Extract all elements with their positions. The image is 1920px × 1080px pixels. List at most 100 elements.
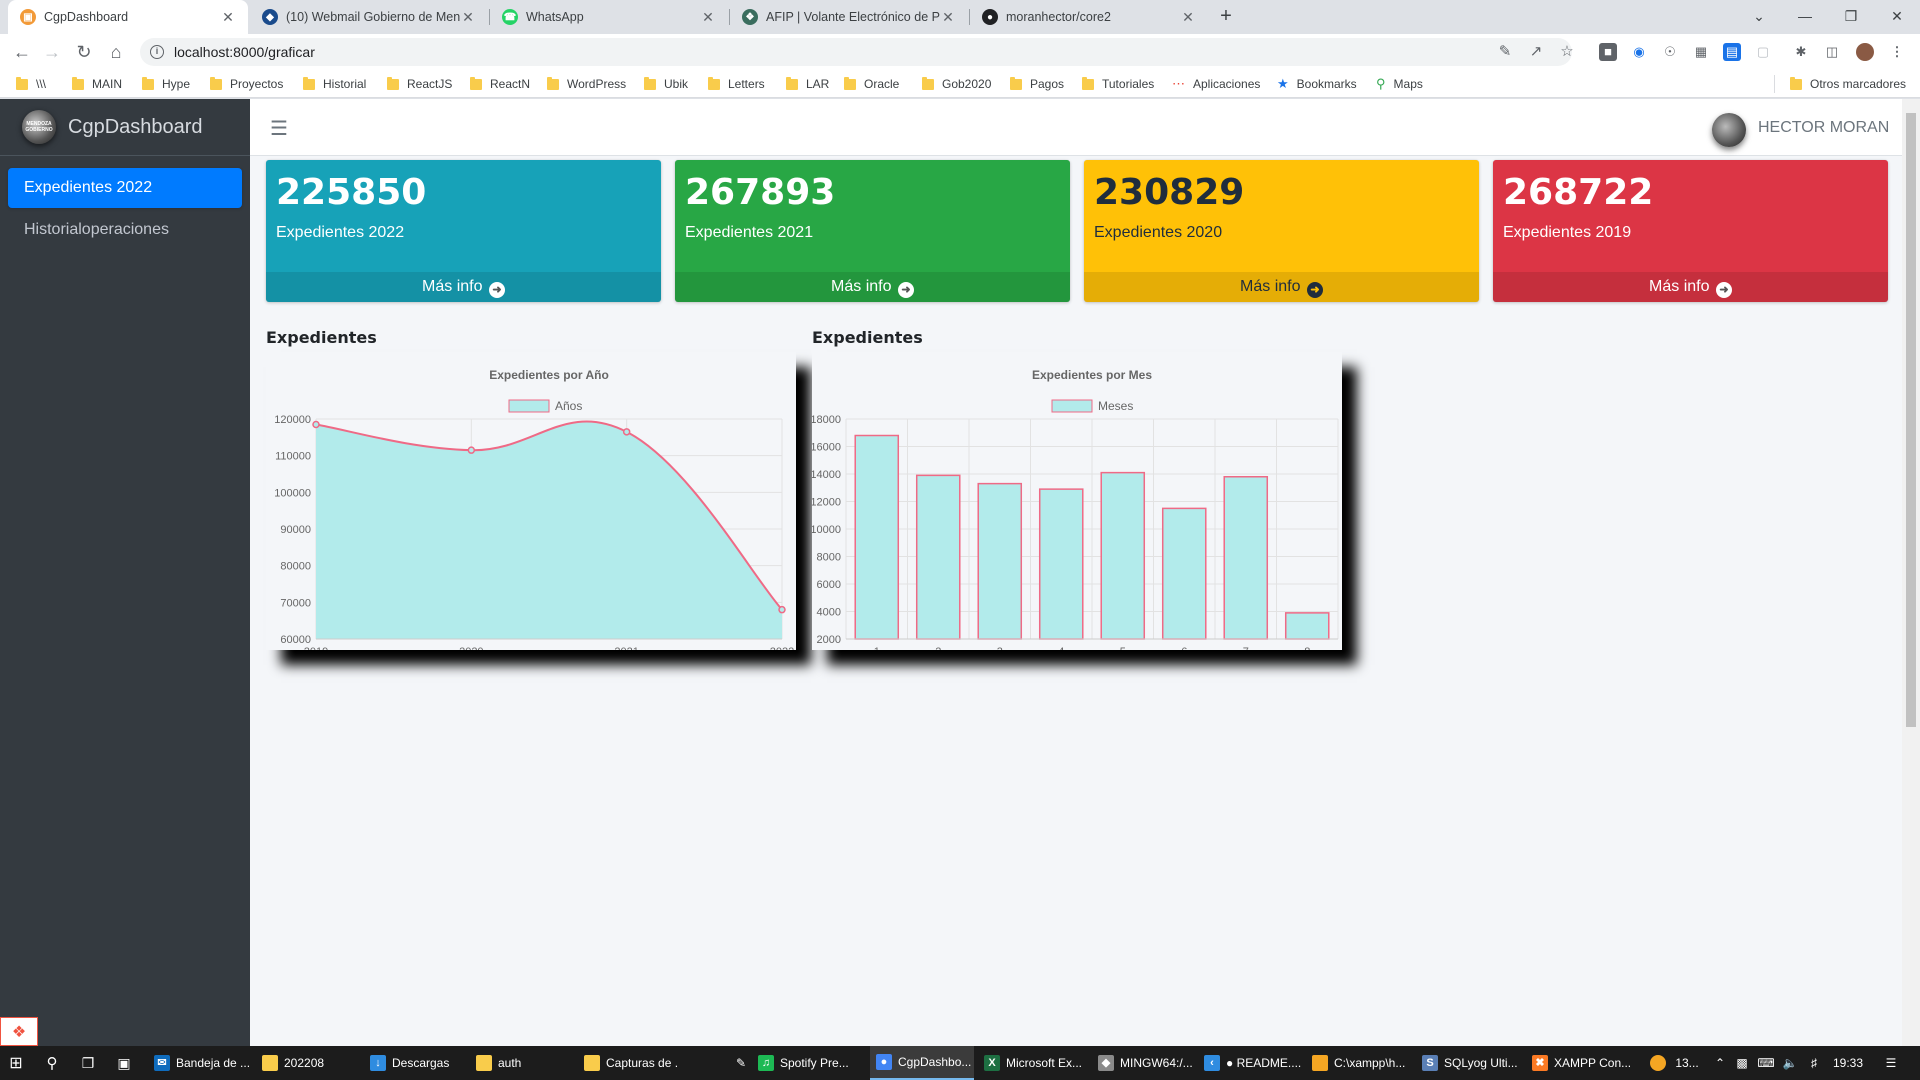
back-arrow-icon[interactable]: ← bbox=[10, 40, 34, 64]
bookmark-folder[interactable]: Gob2020 bbox=[922, 75, 991, 93]
site-info-icon[interactable]: i bbox=[150, 45, 164, 59]
taskbar-app[interactable]: C:\xampp\h... bbox=[1306, 1046, 1410, 1080]
taskbar-app[interactable]: 202208 bbox=[256, 1046, 358, 1080]
minimize-button[interactable]: — bbox=[1782, 0, 1828, 32]
bookmark-folder[interactable]: Proyectos bbox=[210, 75, 283, 93]
user-avatar[interactable] bbox=[1712, 113, 1746, 147]
bookmark-maps[interactable]: ⚲ Maps bbox=[1376, 75, 1423, 93]
keyboard-icon[interactable]: ⌨ bbox=[1756, 1046, 1776, 1080]
extension-icon[interactable]: ■ bbox=[1599, 43, 1617, 61]
bookmark-folder[interactable]: LAR bbox=[786, 75, 829, 93]
tab-search-icon[interactable]: ⌄ bbox=[1736, 0, 1782, 32]
browser-tab[interactable]: ● moranhector/core2 ✕ bbox=[970, 0, 1208, 34]
hamburger-menu-icon[interactable]: ☰ bbox=[270, 116, 288, 141]
new-tab-button[interactable]: + bbox=[1214, 5, 1238, 29]
page-scrollbar[interactable] bbox=[1902, 99, 1920, 1046]
taskbar-app[interactable]: X Microsoft Ex... bbox=[978, 1046, 1086, 1080]
taskbar-app-label: Spotify Pre... bbox=[780, 1056, 849, 1070]
weather-icon[interactable] bbox=[1646, 1046, 1670, 1080]
y-tick-label: 18000 bbox=[812, 414, 841, 426]
sidebar-item-expedientes-2022[interactable]: Expedientes 2022 bbox=[8, 168, 242, 208]
share-icon[interactable]: ↗ bbox=[1527, 43, 1545, 61]
extension-icon[interactable]: ☉ bbox=[1661, 43, 1679, 61]
brand-link[interactable]: MENDOZA GOBIERNO CgpDashboard bbox=[0, 99, 250, 156]
years-area-chart[interactable]: Expedientes por Año Años 60000 70000 80000 90… bbox=[266, 352, 796, 650]
taskbar-app[interactable]: ◆ MINGW64:/... bbox=[1092, 1046, 1192, 1080]
menu-kebab-icon[interactable]: ⋮ bbox=[1888, 43, 1906, 61]
weather-text[interactable]: 13... bbox=[1672, 1046, 1702, 1080]
clock-time[interactable]: 19:33 bbox=[1828, 1046, 1868, 1080]
chevron-up-icon[interactable]: ⌃ bbox=[1712, 1046, 1728, 1080]
close-tab-icon[interactable]: ✕ bbox=[220, 9, 236, 26]
puzzle-extensions-icon[interactable]: ✱ bbox=[1792, 43, 1810, 61]
extension-icon[interactable]: ▢ bbox=[1754, 43, 1772, 61]
network-icon[interactable]: ▩ bbox=[1732, 1046, 1752, 1080]
bookmark-folder[interactable]: Hype bbox=[142, 75, 190, 93]
taskbar-app-label: Microsoft Ex... bbox=[1006, 1056, 1083, 1070]
notifications-icon[interactable]: ☰ bbox=[1876, 1046, 1906, 1080]
browser-tab[interactable]: ❖ AFIP | Volante Electrónico de Pag ✕ bbox=[730, 0, 968, 34]
windows-start-icon[interactable]: ⊞ bbox=[0, 1046, 32, 1080]
taskbar-app[interactable]: ‹ ● README.... bbox=[1198, 1046, 1302, 1080]
sidebar-item-historialoperaciones[interactable]: Historialoperaciones bbox=[8, 210, 242, 250]
search-icon[interactable]: ⚲ bbox=[36, 1046, 68, 1080]
bookmark-apps[interactable]: ⋯ Aplicaciones bbox=[1172, 75, 1260, 93]
desktop-icon[interactable]: ▣ bbox=[108, 1046, 140, 1080]
extension-icon[interactable]: ▤ bbox=[1723, 43, 1741, 61]
bookmark-folder[interactable]: Pagos bbox=[1010, 75, 1064, 93]
close-tab-icon[interactable]: ✕ bbox=[460, 9, 476, 26]
bookmark-star-icon[interactable]: ☆ bbox=[1558, 43, 1576, 61]
translate-icon[interactable]: ✎ bbox=[1496, 43, 1514, 61]
bookmark-folder[interactable]: Ubik bbox=[644, 75, 688, 93]
bookmark-folder[interactable]: Letters bbox=[708, 75, 765, 93]
months-bar-chart[interactable]: Expedientes por Mes Meses 2000 4000 6000 8000… bbox=[812, 352, 1342, 650]
address-bar[interactable]: i localhost:8000/graficar bbox=[140, 38, 1572, 66]
restore-button[interactable]: ❐ bbox=[1828, 0, 1874, 32]
bookmark-folder[interactable]: \\\ bbox=[16, 75, 46, 93]
taskbar-app[interactable]: auth bbox=[470, 1046, 570, 1080]
user-name[interactable]: HECTOR MORAN bbox=[1758, 119, 1889, 137]
taskbar-app[interactable]: ♫ Spotify Pre... bbox=[752, 1046, 860, 1080]
browser-tab[interactable]: ☎ WhatsApp ✕ bbox=[490, 0, 728, 34]
ime-icon[interactable]: ♯ bbox=[1804, 1046, 1824, 1080]
bookmark-folder[interactable]: Historial bbox=[303, 75, 366, 93]
extension-icon[interactable]: ◉ bbox=[1630, 43, 1648, 61]
forward-arrow-icon[interactable]: → bbox=[40, 40, 64, 64]
bookmark-folder[interactable]: Oracle bbox=[844, 75, 899, 93]
close-tab-icon[interactable]: ✕ bbox=[1180, 9, 1196, 26]
bookmark-folder[interactable]: ReactJS bbox=[387, 75, 452, 93]
volume-icon[interactable]: 🔈 bbox=[1780, 1046, 1800, 1080]
scrollbar-thumb[interactable] bbox=[1906, 113, 1916, 727]
bookmark-folder[interactable]: ReactN bbox=[470, 75, 530, 93]
taskbar-app[interactable]: Capturas de ... bbox=[578, 1046, 678, 1080]
more-info-link[interactable]: Más info ➜ bbox=[1084, 272, 1479, 302]
close-window-button[interactable]: ✕ bbox=[1874, 0, 1920, 32]
home-icon[interactable]: ⌂ bbox=[104, 40, 128, 64]
other-bookmarks-folder[interactable]: Otros marcadores bbox=[1790, 75, 1906, 93]
side-panel-icon[interactable]: ◫ bbox=[1823, 43, 1841, 61]
bookmark-label: Letters bbox=[728, 77, 765, 91]
notepad-icon[interactable]: ✎ bbox=[730, 1046, 750, 1080]
taskbar-app[interactable]: ✖ XAMPP Con... bbox=[1526, 1046, 1630, 1080]
taskbar-app[interactable]: S SQLyog Ulti... bbox=[1416, 1046, 1520, 1080]
grid-extension-icon[interactable]: ▦ bbox=[1692, 43, 1710, 61]
close-tab-icon[interactable]: ✕ bbox=[700, 9, 716, 26]
bookmark-folder[interactable]: MAIN bbox=[72, 75, 122, 93]
profile-avatar[interactable] bbox=[1856, 43, 1874, 61]
bookmark-folder[interactable]: WordPress bbox=[547, 75, 626, 93]
more-info-link[interactable]: Más info ➜ bbox=[1493, 272, 1888, 302]
more-info-link[interactable]: Más info ➜ bbox=[266, 272, 661, 302]
close-tab-icon[interactable]: ✕ bbox=[940, 9, 956, 26]
bookmark-star[interactable]: ★ Bookmarks bbox=[1277, 75, 1357, 93]
bookmark-folder[interactable]: Tutoriales bbox=[1082, 75, 1154, 93]
taskbar-app[interactable]: ✉ Bandeja de ... bbox=[148, 1046, 250, 1080]
task-view-icon[interactable]: ❐ bbox=[72, 1046, 104, 1080]
browser-tab[interactable]: ▣ CgpDashboard ✕ bbox=[8, 0, 248, 34]
taskbar-app[interactable]: ● CgpDashbo... bbox=[870, 1046, 974, 1080]
laravel-logo-icon[interactable]: ❖ bbox=[0, 1017, 38, 1046]
taskbar-app[interactable]: ↓ Descargas bbox=[364, 1046, 464, 1080]
app-icon: S bbox=[1422, 1055, 1438, 1071]
reload-icon[interactable]: ↻ bbox=[72, 40, 96, 64]
more-info-link[interactable]: Más info ➜ bbox=[675, 272, 1070, 302]
browser-tab[interactable]: ◆ (10) Webmail Gobierno de Mend ✕ bbox=[250, 0, 488, 34]
